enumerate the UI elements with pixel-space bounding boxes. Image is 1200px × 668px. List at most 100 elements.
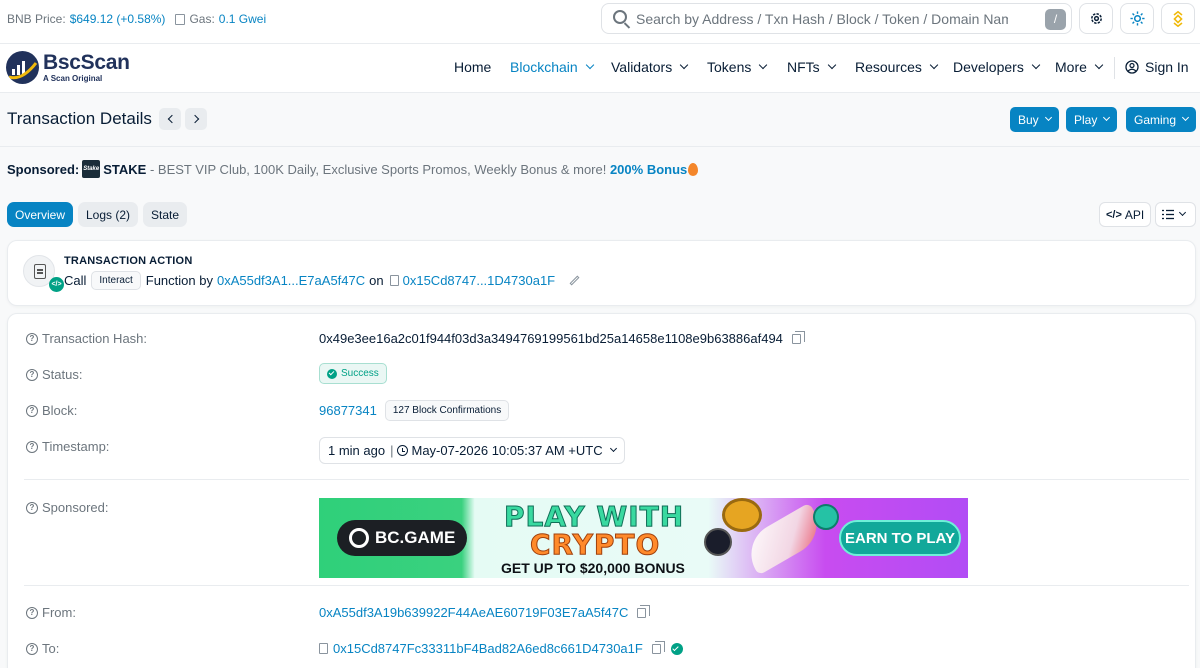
- view-options-button[interactable]: [1155, 202, 1196, 227]
- logo-name: BscScan: [43, 50, 130, 74]
- nav-tokens[interactable]: Tokens: [707, 59, 768, 75]
- nav-resources[interactable]: Resources: [855, 59, 939, 75]
- nav-validators[interactable]: Validators: [611, 59, 689, 75]
- help-icon[interactable]: ?: [26, 440, 38, 453]
- nav-more[interactable]: More: [1055, 59, 1104, 75]
- search-box[interactable]: /: [601, 3, 1072, 34]
- next-transaction-button[interactable]: [185, 108, 207, 130]
- nav-blockchain-label: Blockchain: [510, 59, 578, 75]
- copy-icon[interactable]: [651, 640, 665, 654]
- settings-button[interactable]: [1079, 3, 1113, 34]
- chevron-right-icon: [190, 114, 199, 124]
- help-icon[interactable]: ?: [26, 642, 38, 655]
- nav-validators-label: Validators: [611, 59, 673, 75]
- buy-button[interactable]: Buy: [1010, 107, 1059, 132]
- gas-pump-icon: [175, 13, 186, 25]
- banner-bonus-text: GET UP TO $20,000 BONUS: [501, 560, 685, 576]
- stake-logo: Stake: [82, 160, 101, 178]
- chevron-down-icon: [609, 444, 617, 453]
- nav-divider: [1114, 57, 1115, 79]
- to-row-value: 0x15Cd8747Fc33311bF4Bad82A6ed8c661D4730a…: [319, 640, 683, 656]
- on-text: on: [369, 273, 384, 288]
- banner-headline-2: CRYPTO: [529, 528, 661, 562]
- gas-value[interactable]: 0.1 Gwei: [219, 12, 266, 26]
- nav-developers[interactable]: Developers: [953, 59, 1041, 75]
- bnb-logo-icon: [1173, 10, 1183, 27]
- nav-nfts-label: NFTs: [787, 59, 820, 75]
- contract-file-icon: [389, 275, 399, 286]
- sign-in-link[interactable]: Sign In: [1125, 59, 1189, 75]
- user-circle-icon: [1125, 60, 1139, 74]
- verified-check-icon: [670, 642, 683, 655]
- tab-logs[interactable]: Logs (2): [78, 202, 139, 227]
- api-button[interactable]: </> API: [1099, 202, 1152, 227]
- chevron-down-icon: [827, 60, 836, 70]
- nav-resources-label: Resources: [855, 59, 922, 75]
- chevron-down-icon: [759, 60, 768, 70]
- prev-transaction-button[interactable]: [159, 108, 181, 130]
- nav-nfts[interactable]: NFTs: [787, 59, 836, 75]
- network-switch-button[interactable]: [1161, 3, 1195, 34]
- theme-toggle-button[interactable]: [1120, 3, 1154, 34]
- from-row-value: 0xA55df3A19b639922F44AeAE60719F03E7aA5f4…: [319, 604, 651, 620]
- gas-label: Gas:: [189, 12, 215, 26]
- help-icon[interactable]: ?: [26, 404, 38, 417]
- play-button[interactable]: Play: [1066, 107, 1118, 132]
- sponsored-bonus-link[interactable]: 200% Bonus: [610, 162, 687, 177]
- copy-icon[interactable]: [637, 604, 651, 618]
- copy-icon[interactable]: [791, 330, 805, 344]
- timestamp-dropdown[interactable]: 1 min ago | May-07-2026 10:05:37 AM +UTC: [319, 437, 625, 464]
- call-text: Call: [64, 273, 87, 288]
- nav-blockchain[interactable]: Blockchain: [510, 59, 594, 75]
- logo-tagline: A Scan Original: [43, 73, 103, 83]
- top-bar: BNB Price: $649.12 (+0.58%) Gas: 0.1 Gwe…: [0, 0, 1200, 44]
- nav-home[interactable]: Home: [454, 59, 491, 75]
- status-badge: Success: [319, 363, 387, 384]
- bscscan-logo[interactable]: BscScan A Scan Original: [6, 51, 130, 84]
- document-icon: [34, 264, 46, 279]
- contract-code-icon: </>: [49, 277, 64, 292]
- timestamp-ago: 1 min ago: [328, 443, 386, 458]
- action-from-address[interactable]: 0xA55df3A1...E7aA5f47C: [217, 273, 365, 288]
- timestamp-row-value: 1 min ago | May-07-2026 10:05:37 AM +UTC: [319, 437, 625, 464]
- page-title: Transaction Details: [7, 109, 152, 128]
- status-text: Success: [341, 368, 379, 379]
- earn-to-play-button[interactable]: EARN TO PLAY: [839, 520, 961, 556]
- to-address-link[interactable]: 0x15Cd8747Fc33311bF4Bad82A6ed8c661D4730a…: [333, 641, 643, 656]
- sponsored-line: Sponsored: Stake STAKE - BEST VIP Club, …: [7, 160, 699, 178]
- bnb-price-value[interactable]: $649.12 (+0.58%): [70, 12, 166, 26]
- timestamp-value: May-07-2026 10:05:37 AM +UTC: [411, 443, 603, 458]
- action-to-address[interactable]: 0x15Cd8747...1D4730a1F: [403, 273, 556, 288]
- sponsored-row-label: ? Sponsored:: [26, 500, 109, 515]
- bscscan-logo-icon: [6, 51, 39, 84]
- help-icon[interactable]: ?: [26, 332, 38, 345]
- search-input[interactable]: [636, 7, 1008, 30]
- nav-home-label: Home: [454, 59, 492, 75]
- bcgame-logo: BC.GAME: [337, 520, 467, 556]
- chevron-down-icon: [1031, 60, 1041, 70]
- stake-brand[interactable]: STAKE: [103, 162, 146, 177]
- bcgame-ad-banner[interactable]: BC.GAME PLAY WITH CRYPTO GET UP TO $20,0…: [319, 498, 968, 578]
- api-label: API: [1124, 207, 1145, 222]
- gaming-button[interactable]: Gaming: [1126, 107, 1197, 132]
- status-row-label: ? Status:: [26, 367, 82, 382]
- sun-icon: [1129, 11, 1145, 26]
- help-icon[interactable]: ?: [26, 606, 38, 619]
- help-icon[interactable]: ?: [26, 368, 38, 381]
- chevron-down-icon: [1178, 208, 1187, 217]
- tab-state[interactable]: State: [143, 202, 188, 227]
- chevron-down-icon: [1094, 60, 1104, 70]
- hash-row-value: 0x49e3ee16a2c01f944f03d3a3494769199561bd…: [319, 330, 805, 346]
- tab-overview[interactable]: Overview: [7, 202, 74, 227]
- pencil-icon[interactable]: [569, 275, 580, 286]
- section-divider: [24, 585, 1189, 586]
- timestamp-label: Timestamp:: [42, 439, 110, 454]
- code-icon: </>: [1106, 208, 1122, 221]
- chevron-left-icon: [167, 114, 176, 124]
- title-divider: [0, 146, 1200, 147]
- help-icon[interactable]: ?: [26, 501, 38, 514]
- from-address-link[interactable]: 0xA55df3A19b639922F44AeAE60719F03E7aA5f4…: [319, 605, 628, 620]
- bcgame-logo-text: BC.GAME: [375, 528, 456, 547]
- from-row-label: ? From:: [26, 605, 76, 620]
- block-number-link[interactable]: 96877341: [319, 403, 377, 418]
